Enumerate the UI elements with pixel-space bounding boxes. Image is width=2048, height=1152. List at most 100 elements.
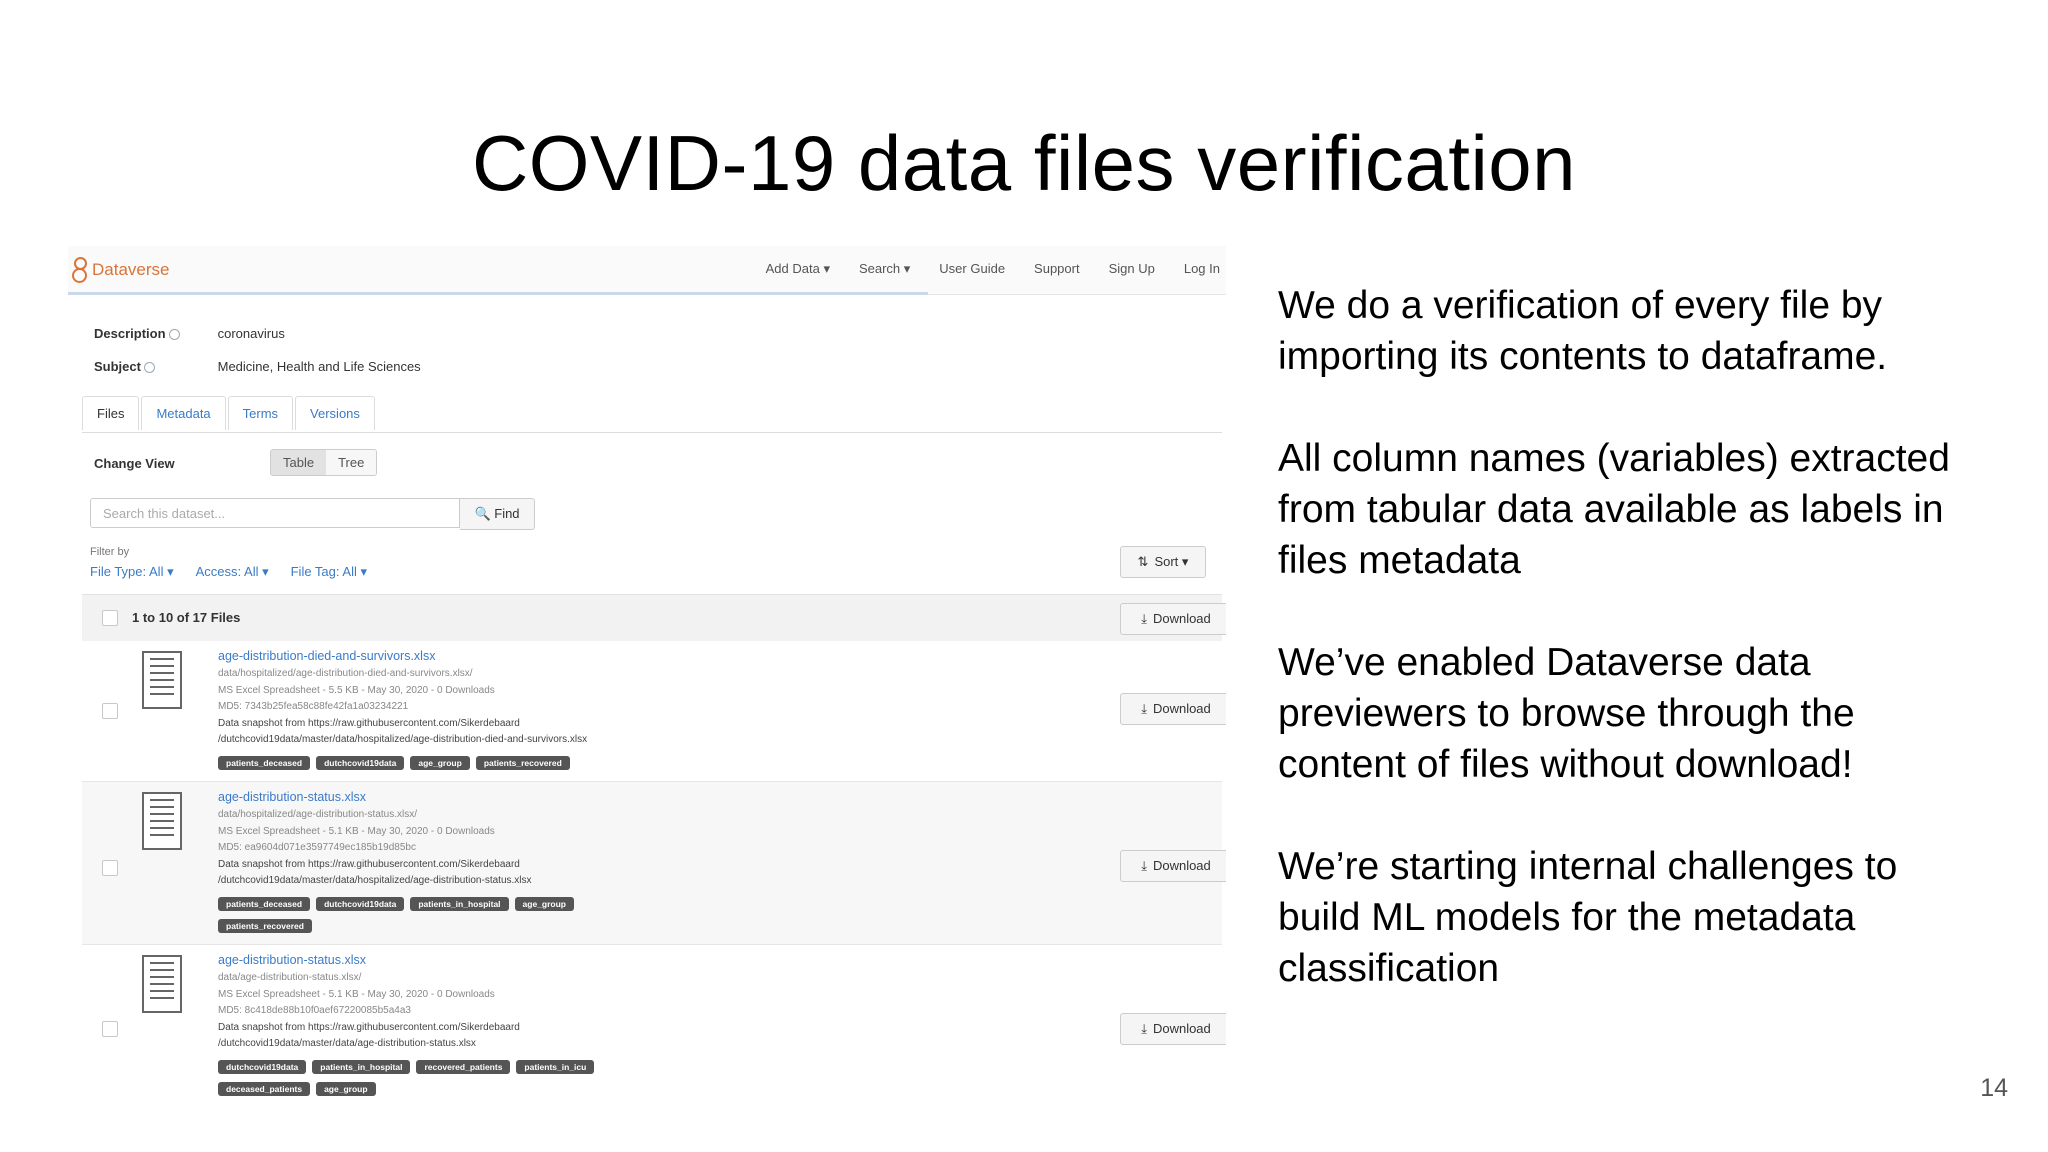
nav-user-guide[interactable]: User Guide [939, 261, 1005, 277]
tab-metadata[interactable]: Metadata [141, 396, 226, 430]
download-icon: ⤓ [1141, 701, 1147, 716]
file-md5: MD5: ea9604d071e3597749ec185b19d85bc [218, 842, 416, 853]
file-tags: patients_deceased dutchcovid19data patie… [218, 897, 574, 911]
brand-name: Dataverse [92, 260, 170, 279]
tab-divider [82, 432, 1222, 433]
sort-label: Sort ▾ [1154, 554, 1189, 569]
row-checkbox[interactable] [102, 1021, 118, 1037]
file-meta: data/hospitalized/age-distribution-statu… [218, 807, 532, 890]
file-name-link[interactable]: age-distribution-died-and-survivors.xlsx [218, 649, 435, 663]
file-tag: patients_in_hospital [312, 1060, 411, 1074]
dataverse-screenshot: Dataverse Add Data ▾ Search ▾ User Guide… [68, 246, 1226, 1100]
view-tree-button[interactable]: Tree [326, 450, 377, 475]
file-tag: patients_in_icu [516, 1060, 595, 1074]
file-md5: MD5: 8c418de88b10f0aef67220085b5a4a3 [218, 1005, 411, 1016]
subject-row: Subject Medicine, Health and Life Scienc… [94, 359, 421, 374]
file-info: MS Excel Spreadsheet - 5.5 KB - May 30, … [218, 684, 495, 696]
dataverse-logo-icon [72, 257, 88, 283]
file-document-icon [142, 955, 182, 1013]
download-icon: ⤓ [1141, 1021, 1147, 1036]
file-tag: age_group [316, 1082, 376, 1096]
file-snapshot: Data snapshot from https://raw.githubuse… [218, 858, 520, 870]
view-table-button[interactable]: Table [271, 450, 327, 475]
bullet-text: We’ve enabled Dataverse data previewers … [1278, 641, 1855, 786]
file-path: data/age-distribution-status.xlsx/ [218, 972, 362, 983]
find-button[interactable]: 🔍 Find [460, 498, 535, 530]
dataset-tabs: Files Metadata Terms Versions [82, 396, 377, 430]
table-row: age-distribution-status.xlsx data/hospit… [82, 782, 1226, 945]
row-checkbox[interactable] [102, 703, 118, 719]
file-meta: data/hospitalized/age-distribution-died-… [218, 666, 587, 749]
bullet-text: All column names (variables) extracted f… [1278, 437, 1950, 582]
filter-access[interactable]: Access: All ▾ [196, 564, 269, 580]
file-tag: age_group [410, 756, 470, 770]
download-button[interactable]: ⤓ Download [1120, 1013, 1226, 1045]
top-navbar: Dataverse Add Data ▾ Search ▾ User Guide… [68, 246, 1226, 295]
select-all-checkbox[interactable] [102, 610, 118, 626]
brand-link[interactable]: Dataverse [72, 256, 169, 284]
file-tag: dutchcovid19data [316, 897, 405, 911]
filter-by-label: Filter by [90, 546, 130, 558]
description-value: coronavirus [217, 326, 285, 341]
sort-icon: ⇅ [1137, 554, 1149, 569]
nav-log-in[interactable]: Log In [1184, 261, 1220, 277]
change-view-label: Change View [94, 456, 175, 471]
file-snapshot-path: /dutchcovid19data/master/data/age-distri… [218, 1038, 476, 1049]
subject-value: Medicine, Health and Life Sciences [217, 359, 421, 374]
table-row: age-distribution-status.xlsx data/age-di… [82, 945, 1226, 1100]
navbar-accent-bar [68, 292, 928, 295]
filter-file-type[interactable]: File Type: All ▾ [90, 564, 174, 580]
file-info: MS Excel Spreadsheet - 5.1 KB - May 30, … [218, 825, 495, 837]
file-tag: dutchcovid19data [316, 756, 405, 770]
bullet-text: We’re starting internal challenges to bu… [1278, 845, 1898, 990]
search-icon: 🔍 [474, 506, 491, 521]
filter-file-tag[interactable]: File Tag: All ▾ [291, 564, 367, 580]
nav-support[interactable]: Support [1034, 261, 1080, 277]
info-icon [143, 362, 155, 374]
download-label: Download [1152, 611, 1211, 626]
tab-terms[interactable]: Terms [227, 396, 294, 430]
file-meta: data/age-distribution-status.xlsx/ MS Ex… [218, 970, 520, 1053]
nav-add-data[interactable]: Add Data ▾ [766, 261, 830, 277]
file-tag: patients_recovered [475, 756, 570, 770]
files-table-header: 1 to 10 of 17 Files ⤓ Download [82, 594, 1226, 642]
download-icon: ⤓ [1141, 858, 1147, 873]
file-tag: patients_recovered [218, 919, 312, 933]
download-label: Download [1152, 1021, 1211, 1036]
info-icon [168, 329, 180, 341]
sort-button[interactable]: ⇅ Sort ▾ [1120, 546, 1206, 578]
file-path: data/hospitalized/age-distribution-statu… [218, 809, 417, 820]
row-checkbox[interactable] [102, 860, 118, 876]
download-label: Download [1152, 701, 1211, 716]
file-tags: dutchcovid19data patients_in_hospital re… [218, 1060, 595, 1074]
file-md5: MD5: 7343b25fea58c88fe42fa1a03234221 [218, 701, 409, 712]
nav-search[interactable]: Search ▾ [859, 261, 910, 277]
slide-title: COVID-19 data files verification [471, 119, 1577, 207]
file-document-icon [142, 651, 182, 709]
file-name-link[interactable]: age-distribution-status.xlsx [218, 953, 366, 967]
file-tag: deceased_patients [218, 1082, 311, 1096]
download-all-button[interactable]: ⤓ Download [1120, 603, 1226, 635]
download-button[interactable]: ⤓ Download [1120, 850, 1226, 882]
download-button[interactable]: ⤓ Download [1120, 693, 1226, 725]
download-label: Download [1152, 858, 1211, 873]
file-tag: recovered_patients [416, 1060, 511, 1074]
file-name-link[interactable]: age-distribution-status.xlsx [218, 790, 366, 804]
tab-files[interactable]: Files [82, 396, 140, 430]
file-tags: patients_recovered [218, 919, 312, 933]
file-snapshot: Data snapshot from https://raw.githubuse… [218, 717, 520, 729]
dataset-search-input[interactable]: Search this dataset... [90, 498, 460, 528]
nav-sign-up[interactable]: Sign Up [1109, 261, 1155, 277]
file-tag: age_group [514, 897, 574, 911]
file-snapshot: Data snapshot from https://raw.githubuse… [218, 1021, 520, 1033]
file-tag: patients_deceased [218, 756, 311, 770]
description-label: Description [94, 326, 166, 341]
slide-bullets: We do a verification of every file by im… [1278, 280, 1978, 1045]
tab-versions[interactable]: Versions [295, 396, 375, 430]
table-row: age-distribution-died-and-survivors.xlsx… [82, 641, 1226, 782]
files-count: 1 to 10 of 17 Files [132, 610, 241, 625]
view-toggle: Table Tree [270, 449, 378, 476]
bullet-text: We do a verification of every file by im… [1278, 284, 1888, 378]
nav-links: Add Data ▾ Search ▾ User Guide Support S… [766, 261, 1220, 277]
file-tags: patients_deceased dutchcovid19data age_g… [218, 756, 570, 770]
